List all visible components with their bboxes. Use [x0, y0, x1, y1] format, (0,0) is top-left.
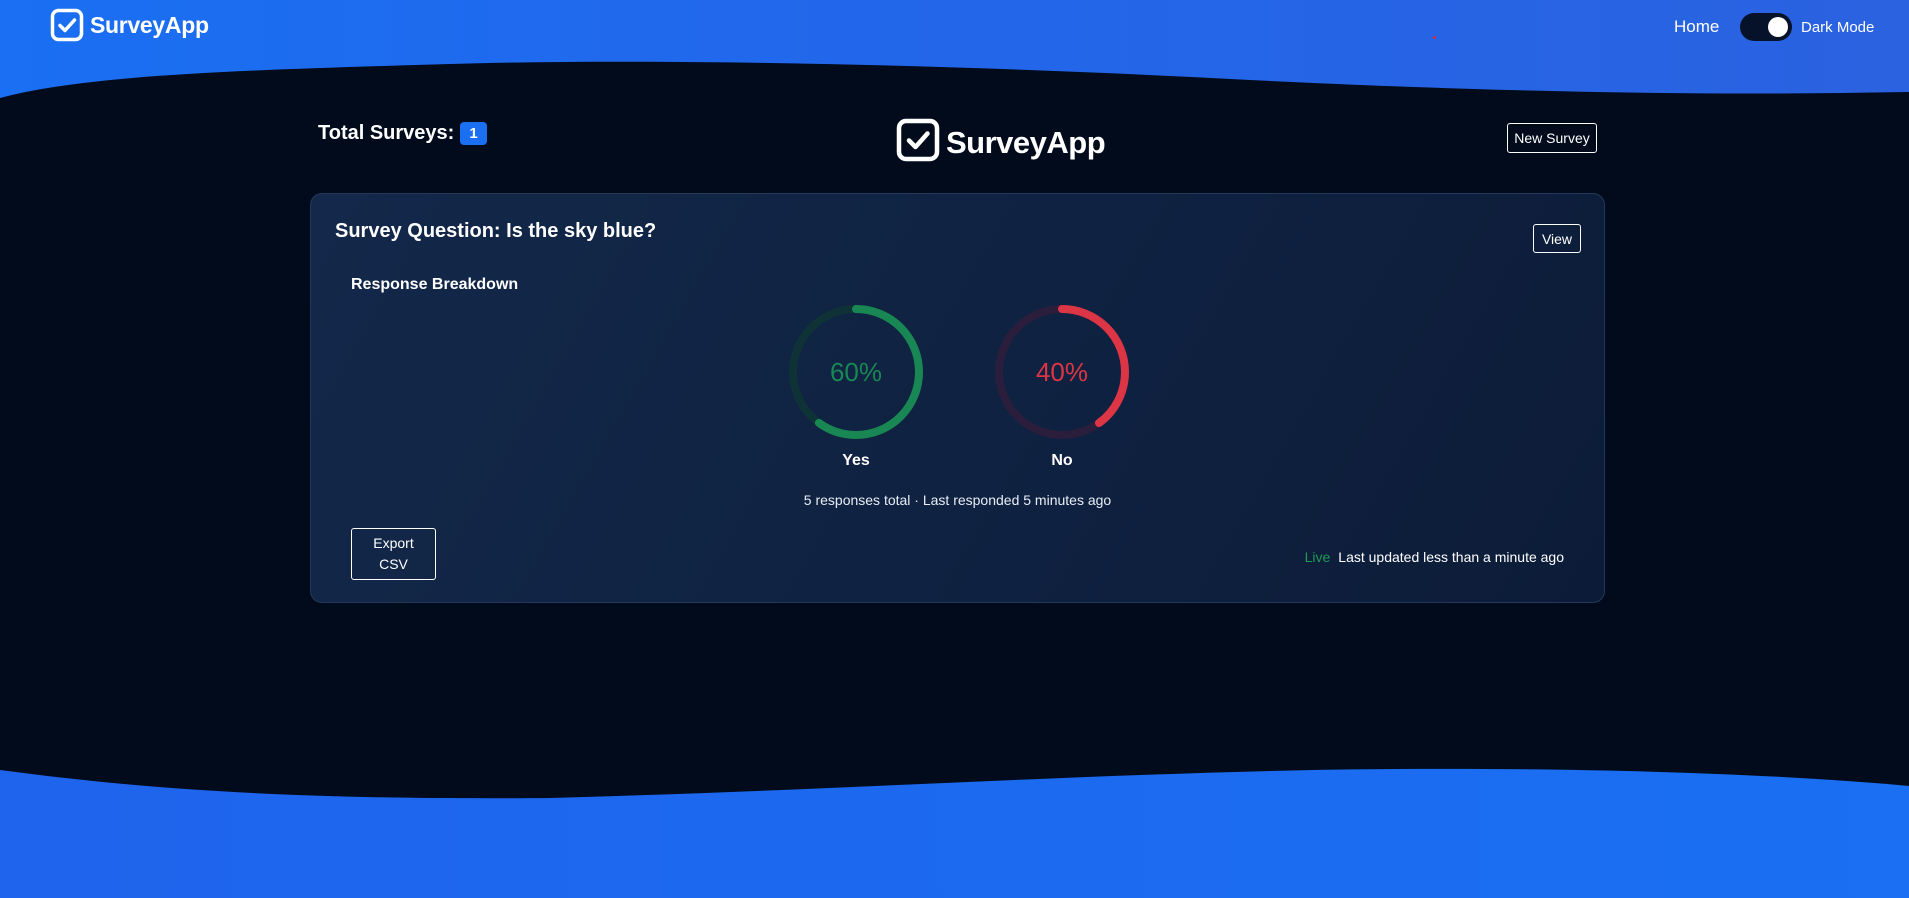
dark-mode-toggle[interactable] — [1740, 13, 1792, 41]
checkbox-check-icon — [50, 8, 84, 42]
bottom-wave-decoration — [0, 768, 1909, 898]
dark-mode-label: Dark Mode — [1801, 19, 1875, 36]
total-surveys-badge: 1 — [460, 122, 487, 145]
response-ring-no: 40% — [992, 302, 1132, 442]
brand-name: SurveyApp — [90, 11, 209, 38]
brand-link[interactable]: SurveyApp — [50, 8, 209, 42]
yes-label: Yes — [842, 452, 870, 469]
survey-dashboard-page: { "nav": { "brand": "SurveyApp", "home":… — [0, 0, 1909, 898]
new-survey-button[interactable]: New Survey — [1507, 123, 1597, 153]
export-csv-button[interactable]: Export CSV — [351, 528, 436, 580]
response-rings: 60% Yes 40% No — [311, 194, 1604, 494]
red-dot-artifact — [1433, 36, 1436, 39]
responses-summary: 5 responses total · Last responded 5 min… — [803, 492, 1112, 508]
yes-percent: 60% — [829, 357, 883, 387]
last-updated-text: Last updated less than a minute ago — [1338, 549, 1564, 565]
live-status: Live Last updated less than a minute ago — [1305, 549, 1564, 565]
toggle-knob — [1768, 17, 1788, 37]
survey-card: Survey Question: Is the sky blue? View R… — [310, 193, 1605, 603]
total-surveys: Total Surveys: 1 — [318, 122, 487, 145]
total-surveys-label: Total Surveys: — [318, 122, 455, 144]
top-wave-decoration — [0, 0, 1909, 98]
checkbox-check-icon — [896, 118, 940, 167]
live-indicator: Live — [1304, 549, 1331, 565]
center-logo: SurveyApp — [896, 118, 1106, 167]
nav-home-link[interactable]: Home — [1674, 17, 1719, 37]
no-label: No — [1051, 452, 1073, 469]
no-percent: 40% — [1035, 357, 1089, 387]
response-ring-yes: 60% — [786, 302, 926, 442]
center-logo-text: SurveyApp — [946, 124, 1106, 160]
